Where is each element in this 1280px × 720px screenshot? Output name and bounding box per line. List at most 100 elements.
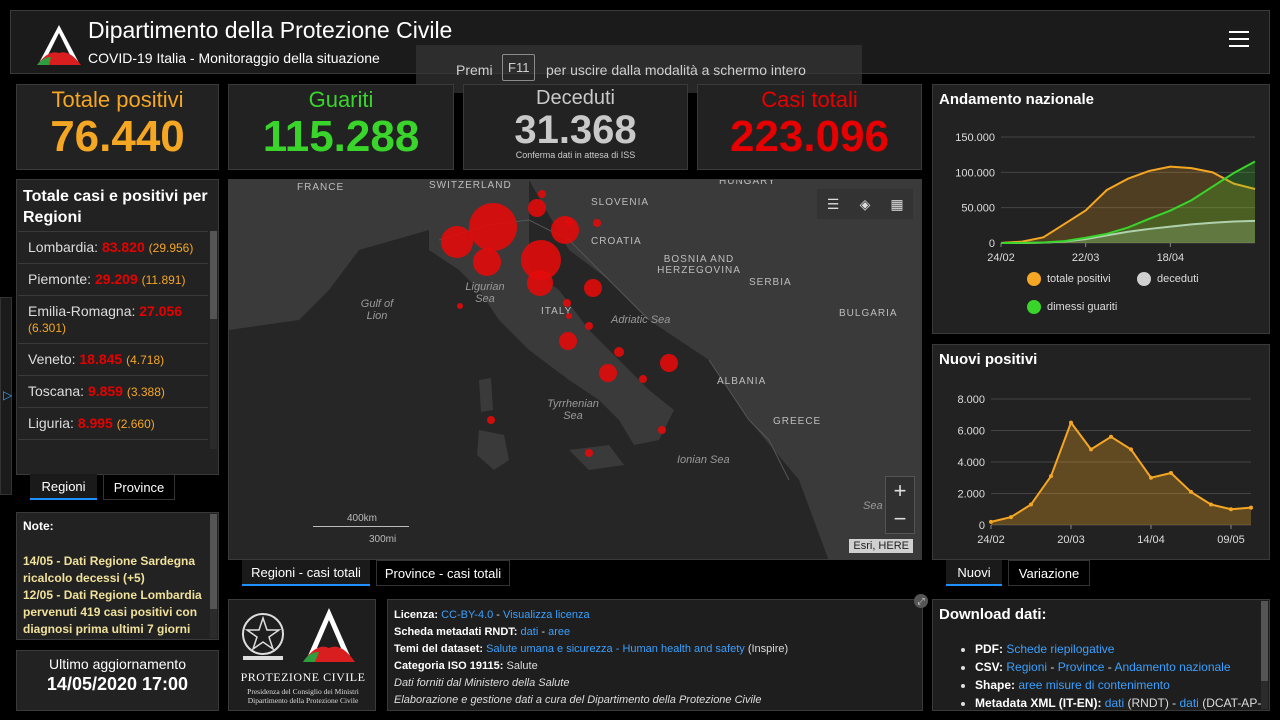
region-row[interactable]: Emilia-Romagna: 27.056 (6.301) xyxy=(18,296,208,344)
bubble-marche[interactable] xyxy=(584,279,602,297)
bubble-umbria[interactable] xyxy=(563,299,571,307)
info-label: Licenza: xyxy=(394,609,439,621)
y-tick-label: 100.000 xyxy=(955,167,995,179)
map-attribution[interactable]: Esri, HERE xyxy=(849,539,913,553)
map-scale-line xyxy=(313,526,409,527)
region-row[interactable]: Lombardia: 83.820 (29.956) xyxy=(18,232,208,264)
expand-icon[interactable]: ⤢ xyxy=(914,594,928,608)
list-icon[interactable]: ☰ xyxy=(823,194,843,214)
csv-andamento-link[interactable]: Andamento nazionale xyxy=(1114,660,1230,674)
bubble-toscana[interactable] xyxy=(527,270,553,296)
side-panel-toggle[interactable]: ▷ xyxy=(0,297,12,495)
x-tick-label: 24/02 xyxy=(977,534,1005,546)
layers-icon[interactable]: ◈ xyxy=(855,194,875,214)
licenza-link[interactable]: CC-BY-4.0 xyxy=(441,609,493,621)
bubble-campania[interactable] xyxy=(599,364,617,382)
chart-nuovi-positivi[interactable]: 0 2.000 4.000 6.000 8.000 24/02 20/03 14/04 09/0… xyxy=(941,385,1261,555)
bubble-valle-aosta[interactable] xyxy=(457,303,463,309)
qr-icon[interactable]: ▦ xyxy=(887,194,907,214)
metadati-dati-link[interactable]: dati xyxy=(521,626,539,638)
tab-province-casi-totali[interactable]: Province - casi totali xyxy=(376,560,510,586)
x-tick-label: 22/03 xyxy=(1072,252,1100,264)
bubble-sardegna[interactable] xyxy=(487,416,495,424)
chart-andamento[interactable]: 0 50.000 100.000 150.000 24/02 22/03 18/04 xyxy=(941,123,1261,273)
bubble-abruzzo[interactable] xyxy=(585,322,593,330)
bubble-molise[interactable] xyxy=(614,347,624,357)
bubble-liguria[interactable] xyxy=(473,248,501,276)
regions-list[interactable]: Lombardia: 83.820 (29.956) Piemonte: 29.2… xyxy=(18,231,208,449)
bubble-lazio[interactable] xyxy=(559,332,577,350)
kpi-label: Totale positivi xyxy=(51,87,184,112)
legend-deceduti[interactable]: deceduti xyxy=(1137,272,1199,286)
emblem-caption: PROTEZIONE CIVILE xyxy=(240,670,366,684)
info-label: Scheda metadati RNDT: xyxy=(394,626,518,638)
bubble-alto-adige[interactable] xyxy=(538,190,546,198)
legend-totale-positivi[interactable]: totale positivi xyxy=(1027,272,1111,286)
regions-panel: Totale casi e positivi per Regioni Lomba… xyxy=(16,179,219,475)
legend-dimessi-guariti[interactable]: dimessi guariti xyxy=(1027,300,1117,314)
region-row[interactable]: Liguria: 8.995 (2.660) xyxy=(18,408,208,440)
visualizza-licenza-link[interactable]: Visualizza licenza xyxy=(503,609,590,621)
csv-regioni-link[interactable]: Regioni xyxy=(1006,660,1047,674)
y-tick-label: 6.000 xyxy=(957,426,985,438)
info-fonte-row: Dati forniti dal Ministero della Salute xyxy=(394,677,569,689)
map-view[interactable]: FRANCE SWITZERLAND HUNGARY SLOVENIA CROA… xyxy=(228,179,922,560)
tab-nuovi[interactable]: Nuovi xyxy=(946,560,1002,586)
legend-dot xyxy=(1027,300,1041,314)
app-title: Dipartimento della Protezione Civile xyxy=(88,17,453,43)
csv-province-link[interactable]: Province xyxy=(1058,660,1105,674)
region-name: Liguria: xyxy=(28,415,74,431)
bubble-basilicata[interactable] xyxy=(639,375,647,383)
data-point xyxy=(1089,447,1093,452)
bubble-sicilia[interactable] xyxy=(585,449,593,457)
note-scrollbar[interactable] xyxy=(210,514,217,638)
xml-dati2-link[interactable]: dati xyxy=(1180,696,1199,710)
download-csv-item: CSV: Regioni - Province - Andamento nazi… xyxy=(975,658,1261,676)
chevron-right-icon[interactable]: ▷ xyxy=(3,388,12,402)
tab-regioni-casi-totali[interactable]: Regioni - casi totali xyxy=(242,560,370,586)
region-name: Toscana: xyxy=(28,383,85,399)
shape-link[interactable]: aree misure di contenimento xyxy=(1018,678,1169,692)
tab-province[interactable]: Province xyxy=(103,474,175,500)
region-total: 29.209 xyxy=(94,271,138,287)
bubble-slovenia-border[interactable] xyxy=(593,219,601,227)
bubble-trentino[interactable] xyxy=(528,199,546,217)
download-scrollbar[interactable] xyxy=(1261,601,1268,709)
regions-scrollbar[interactable] xyxy=(210,231,217,449)
bubble-piemonte[interactable] xyxy=(441,226,473,258)
bubble-lombardia[interactable] xyxy=(469,203,517,251)
app-subtitle: COVID-19 Italia - Monitoraggio della sit… xyxy=(88,50,380,66)
tab-variazione[interactable]: Variazione xyxy=(1008,560,1090,586)
info-elaborazione: Elaborazione e gestione dati a cura del … xyxy=(394,694,762,706)
bubble-friuli[interactable] xyxy=(565,218,573,226)
tab-regioni[interactable]: Regioni xyxy=(30,474,97,500)
temi-link[interactable]: Salute umana e sicurezza - Human health … xyxy=(486,643,745,655)
region-row[interactable]: Toscana: 9.859 (3.388) xyxy=(18,376,208,408)
region-row[interactable]: Lazio: 7.291 (4.096) xyxy=(18,440,208,449)
data-point xyxy=(989,519,993,524)
bubble-small[interactable] xyxy=(566,313,572,319)
region-row[interactable]: Veneto: 18.845 (4.718) xyxy=(18,344,208,376)
pdf-link[interactable]: Schede riepilogative xyxy=(1006,642,1114,656)
bubble-calabria[interactable] xyxy=(658,426,666,434)
zoom-in-button[interactable]: + xyxy=(886,477,914,505)
info-fonte: Dati forniti dal Ministero della Salute xyxy=(394,677,570,689)
region-name: Lombardia: xyxy=(28,239,99,255)
region-row[interactable]: Piemonte: 29.209 (11.891) xyxy=(18,264,208,296)
download-shape-item: Shape: aree misure di contenimento xyxy=(975,676,1261,694)
hamburger-menu-icon[interactable] xyxy=(1229,31,1249,49)
xml-dati-link[interactable]: dati xyxy=(1105,696,1124,710)
last-update-label: Ultimo aggiornamento xyxy=(49,656,186,672)
y-tick-label: 50.000 xyxy=(961,203,995,215)
bubble-puglia[interactable] xyxy=(660,354,678,372)
bubble-veneto[interactable] xyxy=(551,216,579,244)
zoom-out-button[interactable]: − xyxy=(886,505,914,533)
y-tick-label: 4.000 xyxy=(957,457,985,469)
data-point xyxy=(1169,471,1173,476)
kpi-label: Deceduti xyxy=(536,87,615,109)
metadati-aree-link[interactable]: aree xyxy=(548,626,570,638)
protezione-civile-logo xyxy=(303,608,355,662)
download-xml-item: Metadata XML (IT-EN): dati (RNDT) - dati… xyxy=(975,694,1261,710)
region-positive: (3.388) xyxy=(126,385,165,399)
temi-suffix: (Inspire) xyxy=(747,643,789,655)
